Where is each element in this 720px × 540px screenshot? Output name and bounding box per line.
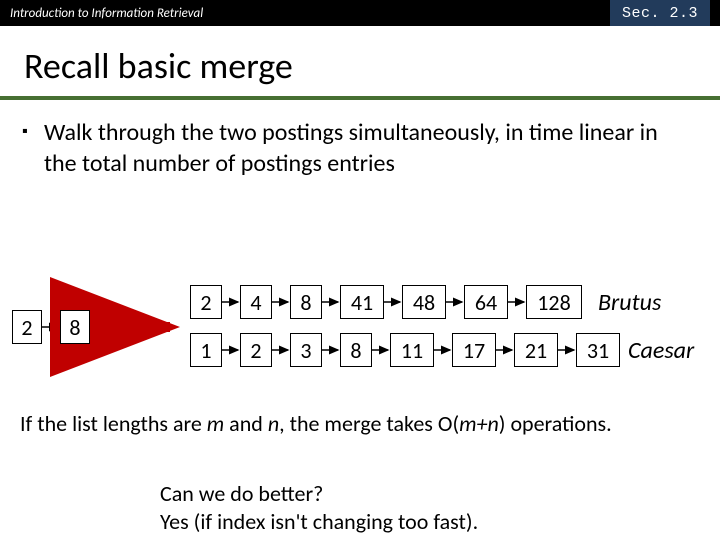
caesar-label: Caesar (628, 336, 694, 365)
brutus-cell: 41 (340, 285, 384, 319)
var-n: n (268, 410, 279, 437)
brutus-cell: 2 (190, 285, 222, 319)
caesar-cell: 2 (240, 333, 272, 367)
var-expr: m+n (459, 410, 499, 437)
t: and (224, 410, 268, 437)
caesar-cell: 3 (290, 333, 322, 367)
brutus-cell: 64 (464, 285, 508, 319)
brutus-cell: 48 (402, 285, 446, 319)
caesar-cell: 8 (340, 333, 372, 367)
section-label: Sec. 2.3 (610, 0, 710, 26)
ptr-box-a: 2 (12, 310, 42, 344)
brutus-cell: 4 (240, 285, 272, 319)
postings-diagram: 2 8 2 4 8 41 48 64 128 Brutus 1 2 3 8 11… (0, 270, 720, 390)
q-line1: Can we do better? (160, 480, 478, 508)
caesar-cell: 21 (514, 333, 558, 367)
ptr-box-b: 8 (60, 310, 90, 344)
t: If the list lengths are (20, 410, 207, 437)
question-text: Can we do better? Yes (if index isn't ch… (160, 480, 478, 535)
t: , the merge takes O( (279, 410, 459, 437)
course-title: Introduction to Information Retrieval (10, 6, 203, 21)
brutus-cell: 8 (290, 285, 322, 319)
t: ) operations. (499, 410, 612, 437)
bullet-text: Walk through the two postings simultaneo… (0, 100, 720, 179)
caesar-cell: 31 (576, 333, 620, 367)
brutus-cell: 128 (526, 285, 582, 319)
caesar-cell: 17 (452, 333, 496, 367)
brutus-label: Brutus (598, 288, 661, 317)
q-line2: Yes (if index isn't changing too fast). (160, 508, 478, 536)
caesar-cell: 11 (390, 333, 434, 367)
top-bar: Introduction to Information Retrieval Se… (0, 0, 720, 26)
complexity-text: If the list lengths are m and n, the mer… (20, 410, 696, 438)
var-m: m (207, 410, 224, 437)
slide-title: Recall basic merge (0, 26, 720, 94)
caesar-cell: 1 (190, 333, 222, 367)
